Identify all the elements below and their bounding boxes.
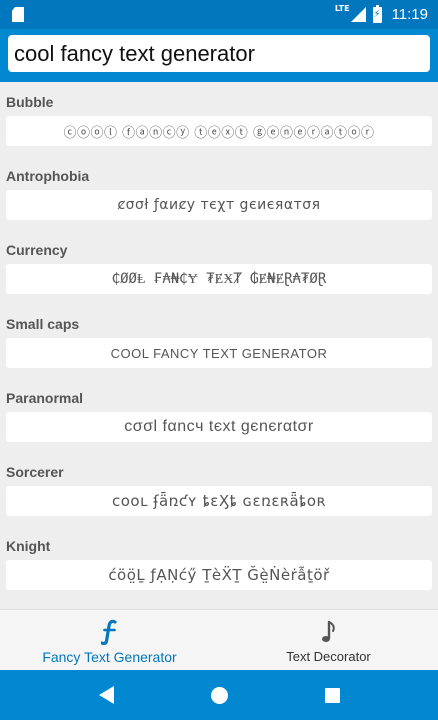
style-label: Bubble: [6, 94, 54, 110]
back-icon[interactable]: [98, 686, 114, 704]
style-item-small-caps: Small caps COOL FANCY TEXT GENERATOR: [0, 304, 438, 378]
style-item-sorcerer: Sorcerer ᴄᴏᴏʟ ʄǟռƈʏ ȶɛӼȶ ɢɛռɛʀǟȶօʀ: [0, 452, 438, 526]
style-item-antrophobia: Antrophobia ȼσσł ƒαиȼу тєχт gєиєяαтσя: [0, 156, 438, 230]
style-preview[interactable]: ₵ØØⱠ ₣₳₦₵Ɏ ₮ɆӾȾ ₲Ɇ₦ɆⱤ₳₮ØⱤ: [6, 264, 432, 294]
style-preview[interactable]: cσσl fαncч tєxt gєnєrαtσr: [6, 412, 432, 442]
clock: 11:19: [391, 6, 428, 23]
style-item-knight: Knight ćöö̤Ḻ ƒẠṆćӳ ṮèẌṮ Ğè̤Ṅèṙẫṯöř: [0, 526, 438, 600]
style-item-currency: Currency ₵ØØⱠ ₣₳₦₵Ɏ ₮ɆӾȾ ₲Ɇ₦ɆⱤ₳₮ØⱤ: [0, 230, 438, 304]
nav-label: Fancy Text Generator: [42, 649, 177, 665]
style-label: Knight: [6, 538, 51, 554]
style-preview[interactable]: ⓒⓞⓞⓛ ⓕⓐⓝⓒⓨ ⓣⓔⓧⓣ ⓖⓔⓝⓔⓡⓐⓣⓞⓡ: [6, 116, 432, 146]
fancy-f-icon: [100, 619, 119, 645]
style-label: Antrophobia: [6, 168, 90, 184]
style-label: Small caps: [6, 316, 80, 332]
text-decorator-icon: [320, 619, 338, 645]
sd-card-icon: [12, 7, 24, 22]
network-type: LTE: [334, 4, 350, 13]
style-label: Currency: [6, 242, 68, 258]
style-preview[interactable]: ćöö̤Ḻ ƒẠṆćӳ ṮèẌṮ Ğè̤Ṅèṙẫṯöř: [6, 560, 432, 590]
home-icon[interactable]: [210, 686, 228, 704]
signal-icon: [350, 7, 366, 22]
style-item-bubble: Bubble ⓒⓞⓞⓛ ⓕⓐⓝⓒⓨ ⓣⓔⓧⓣ ⓖⓔⓝⓔⓡⓐⓣⓞⓡ: [0, 82, 438, 156]
style-label: Paranormal: [6, 390, 84, 406]
status-bar: LTE ⚡ 11:19: [0, 0, 438, 29]
style-label: Sorcerer: [6, 464, 64, 480]
style-preview[interactable]: COOL FANCY TEXT GENERATOR: [6, 338, 432, 368]
style-item-paranormal: Paranormal cσσl fαncч tєxt gєnєrαtσr: [0, 378, 438, 452]
nav-text-decorator[interactable]: Text Decorator: [219, 610, 438, 670]
nav-fancy-text-generator[interactable]: Fancy Text Generator: [0, 610, 219, 670]
style-list[interactable]: Bubble ⓒⓞⓞⓛ ⓕⓐⓝⓒⓨ ⓣⓔⓧⓣ ⓖⓔⓝⓔⓡⓐⓣⓞⓡ Antroph…: [0, 82, 438, 609]
style-preview[interactable]: ȼσσł ƒαиȼу тєχт gєиєяαтσя: [6, 190, 432, 220]
battery-charging-icon: ⚡: [372, 4, 382, 23]
style-preview[interactable]: ᴄᴏᴏʟ ʄǟռƈʏ ȶɛӼȶ ɢɛռɛʀǟȶօʀ: [6, 486, 432, 516]
system-navigation-bar: [0, 670, 438, 720]
search-input[interactable]: [8, 35, 430, 72]
app-header: [0, 29, 438, 82]
nav-label: Text Decorator: [286, 649, 371, 664]
recents-icon[interactable]: [324, 687, 340, 703]
bottom-navigation: Fancy Text Generator Text Decorator: [0, 609, 438, 670]
